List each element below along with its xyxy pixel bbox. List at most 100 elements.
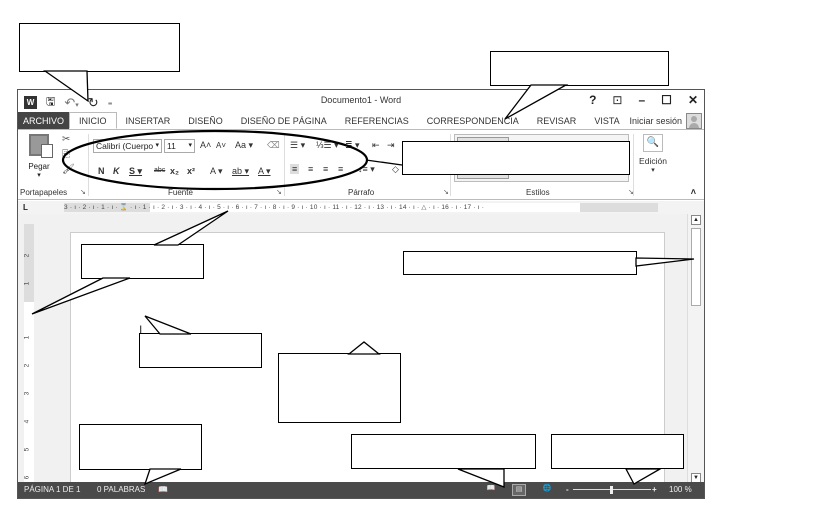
- tab-revisar[interactable]: REVISAR: [528, 112, 586, 129]
- callout-tabs: [490, 51, 669, 86]
- vruler-label: 3: [23, 391, 31, 396]
- vruler-label: 4: [23, 419, 31, 424]
- window-controls: ? ⊡ – ☐ ✕: [589, 93, 698, 107]
- sign-in-link[interactable]: Iniciar sesión: [629, 112, 682, 130]
- word-count[interactable]: 0 PALABRAS: [97, 482, 145, 498]
- zoom-slider-thumb[interactable]: [610, 486, 613, 494]
- increase-indent-button[interactable]: ⇥: [387, 140, 395, 151]
- paste-dropdown-icon[interactable]: ▾: [26, 171, 52, 179]
- align-left-button[interactable]: ≡: [290, 164, 300, 174]
- status-bar: PÁGINA 1 DE 1 0 PALABRAS 📖 📖 ▤ 🌐 - + 100…: [18, 482, 704, 498]
- copy-icon[interactable]: ⎘: [62, 149, 75, 160]
- format-painter-icon[interactable]: 🖌: [62, 164, 75, 175]
- font-color-button[interactable]: A ▾: [258, 166, 271, 177]
- zoom-level[interactable]: 100 %: [669, 482, 692, 498]
- subscript-button[interactable]: x₂: [170, 166, 179, 176]
- right-margin-area: [580, 203, 658, 212]
- bullets-button[interactable]: ☰ ▾: [290, 140, 305, 151]
- group-label-estilos: Estilos: [526, 188, 550, 197]
- binoculars-icon: 🔍: [643, 134, 663, 152]
- change-case-button[interactable]: Aa ▾: [235, 140, 253, 151]
- line-spacing-button[interactable]: ↕≡ ▾: [358, 164, 375, 175]
- paste-button[interactable]: Pegar ▾: [26, 134, 53, 179]
- align-right-button[interactable]: ≡: [323, 164, 328, 174]
- vruler-label: 2: [23, 363, 31, 368]
- tab-correspondencia[interactable]: CORRESPONDENCIA: [418, 112, 528, 129]
- numbering-button[interactable]: ⅓☰ ▾: [316, 140, 339, 151]
- ribbon-display-options-icon[interactable]: ⊡: [612, 93, 622, 107]
- tab-diseno[interactable]: DISEÑO: [179, 112, 232, 129]
- web-layout-icon[interactable]: 🌐: [540, 484, 554, 496]
- tab-insertar[interactable]: INSERTAR: [117, 112, 180, 129]
- bold-button[interactable]: N: [98, 166, 105, 176]
- page-count[interactable]: PÁGINA 1 DE 1: [24, 482, 80, 498]
- zoom-in-button[interactable]: +: [652, 482, 657, 498]
- scroll-thumb[interactable]: [691, 228, 701, 306]
- vruler-label: 6: [23, 475, 31, 480]
- vruler-label: 1: [23, 281, 31, 286]
- superscript-button[interactable]: x²: [187, 166, 195, 176]
- vruler-label: 2: [23, 253, 31, 258]
- title-bar: W 🖫 ↶▾ ↻ ₌ Documento1 - Word ? ⊡ – ☐ ✕: [18, 90, 704, 112]
- chevron-down-icon: ▾: [155, 142, 159, 149]
- callout-styles: [402, 141, 630, 175]
- user-avatar-icon[interactable]: [686, 113, 702, 129]
- text-effects-button[interactable]: A ▾: [210, 166, 223, 177]
- tab-inicio[interactable]: INICIO: [69, 112, 117, 129]
- decrease-indent-button[interactable]: ⇤: [372, 140, 380, 151]
- maximize-icon[interactable]: ☐: [661, 93, 672, 107]
- callout-ruler: [81, 244, 204, 279]
- help-icon[interactable]: ?: [589, 93, 596, 107]
- horizontal-ruler[interactable]: 3 · ı · 2 · ı · 1 · ı · ⌛ · ı · 1 · ı · …: [64, 203, 658, 212]
- italic-button[interactable]: K: [113, 166, 120, 176]
- minimize-icon[interactable]: –: [638, 93, 645, 107]
- collapse-ribbon-icon[interactable]: ˄: [691, 187, 696, 197]
- editing-button[interactable]: 🔍 Edición ▾: [636, 134, 670, 174]
- tab-vista[interactable]: VISTA: [585, 112, 628, 129]
- vertical-ruler[interactable]: 2 1 1 2 3 4 5 6: [23, 224, 34, 484]
- tab-archivo[interactable]: ARCHIVO: [18, 112, 70, 129]
- tab-referencias[interactable]: REFERENCIAS: [336, 112, 418, 129]
- shrink-font-button[interactable]: A˅: [216, 141, 226, 150]
- cut-icon[interactable]: ✂: [62, 134, 75, 145]
- scroll-up-icon[interactable]: ▲: [691, 215, 701, 225]
- callout-zoom: [551, 434, 684, 469]
- print-layout-icon[interactable]: ▤: [512, 484, 526, 496]
- grow-font-button[interactable]: A˄: [200, 140, 211, 150]
- proofing-icon[interactable]: 📖: [158, 482, 168, 498]
- read-mode-icon[interactable]: 📖: [484, 484, 498, 496]
- top-margin-area: [24, 224, 34, 302]
- shading-button[interactable]: ◇: [392, 164, 399, 175]
- align-center-button[interactable]: ≡: [308, 164, 313, 174]
- callout-cursor: [139, 333, 262, 368]
- tab-selector-button[interactable]: L: [23, 203, 28, 212]
- group-label-fuente: Fuente: [168, 188, 193, 197]
- callout-status-words: [79, 424, 202, 470]
- callout-views: [351, 434, 536, 469]
- paste-icon: [29, 134, 53, 158]
- close-icon[interactable]: ✕: [688, 93, 698, 107]
- separator: [88, 134, 89, 196]
- ruler-numbers: 3 · ı · 2 · ı · 1 · ı · ⌛ · ı · 1 · ı · …: [64, 204, 485, 211]
- tab-diseno-de-pagina[interactable]: DISEÑO DE PÁGINA: [232, 112, 336, 129]
- clear-formatting-button[interactable]: ⌫: [267, 140, 280, 151]
- strikethrough-button[interactable]: abc: [154, 167, 165, 174]
- vertical-scrollbar[interactable]: ▲ ▼: [687, 214, 704, 484]
- vruler-label: 1: [23, 335, 31, 340]
- font-launcher-icon[interactable]: ↘: [276, 188, 282, 196]
- font-size-select[interactable]: 11 ▾: [164, 139, 195, 153]
- justify-button[interactable]: ≡: [338, 164, 343, 174]
- clipboard-tools: ✂ ⎘ 🖌: [62, 134, 75, 175]
- paragraph-launcher-icon[interactable]: ↘: [443, 188, 449, 196]
- editing-label: Edición: [639, 156, 667, 166]
- clipboard-launcher-icon[interactable]: ↘: [80, 188, 86, 196]
- font-name-select[interactable]: Calibri (Cuerpo ▾: [93, 139, 162, 153]
- highlight-color-button[interactable]: ab ▾: [232, 166, 249, 177]
- multilevel-list-button[interactable]: ≣ ▾: [345, 140, 360, 151]
- underline-button[interactable]: S ▾: [129, 166, 142, 177]
- zoom-out-button[interactable]: -: [566, 482, 569, 498]
- group-label-parrafo: Párrafo: [348, 188, 375, 197]
- callout-quick-access: [19, 23, 180, 72]
- chevron-down-icon: ▾: [651, 167, 655, 174]
- horizontal-ruler-row: L 3 · ı · 2 · ı · 1 · ı · ⌛ · ı · 1 · ı …: [18, 201, 704, 214]
